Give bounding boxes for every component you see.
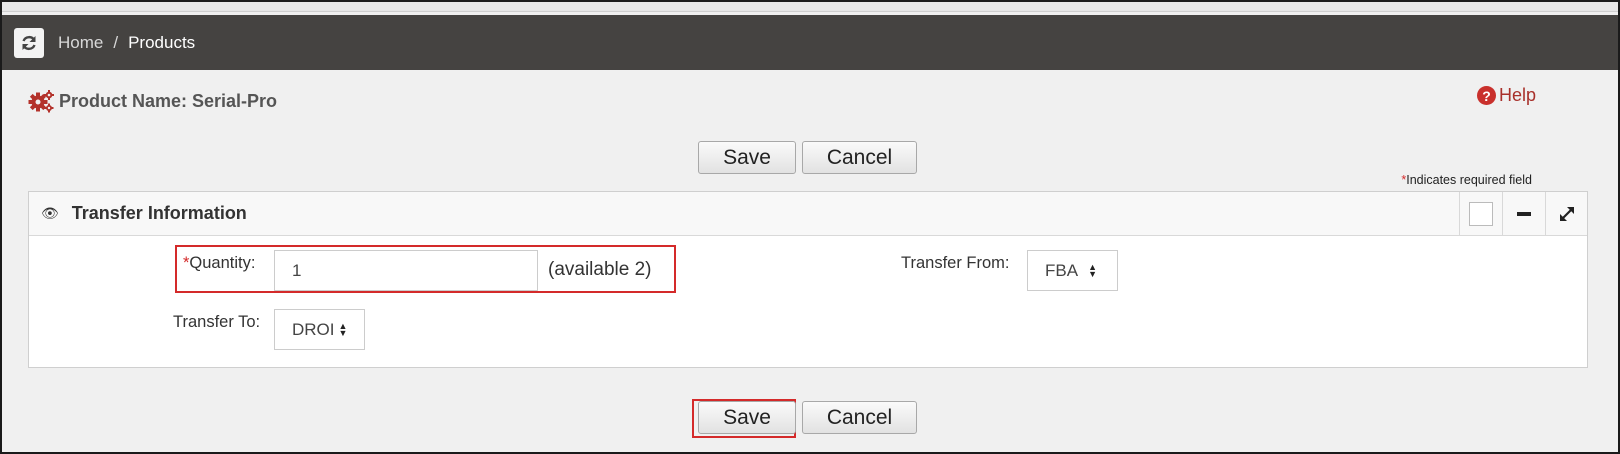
panel-title: Transfer Information bbox=[71, 203, 247, 223]
transfer-from-label: Transfer From: bbox=[901, 254, 1010, 272]
required-note-text: Indicates required field bbox=[1406, 173, 1532, 187]
checkbox-icon bbox=[1468, 202, 1493, 226]
transfer-to-value: DROI bbox=[292, 319, 335, 339]
breadcrumb-separator: / bbox=[113, 32, 119, 52]
page-title-row: Product Name: Serial-Pro bbox=[28, 89, 277, 113]
top-strip bbox=[2, 2, 1618, 12]
transfer-from-select[interactable]: FBA ▲ ▼ bbox=[1027, 250, 1118, 291]
save-button-bottom[interactable]: Save bbox=[698, 401, 796, 434]
cancel-button-bottom[interactable]: Cancel bbox=[802, 401, 917, 434]
quantity-input[interactable] bbox=[274, 250, 538, 291]
eye-icon[interactable]: 👁 bbox=[41, 205, 59, 222]
panel-minimize-button[interactable] bbox=[1502, 192, 1544, 236]
app-frame: Home / Products Product Name: Serial-Pro… bbox=[0, 0, 1620, 454]
top-navbar: Home / Products bbox=[2, 15, 1618, 70]
select-arrows-icon: ▲ ▼ bbox=[338, 320, 348, 338]
required-field-note: *Indicates required field bbox=[1401, 173, 1532, 187]
panel-expand-button[interactable] bbox=[1545, 192, 1587, 236]
breadcrumb-home[interactable]: Home bbox=[58, 33, 103, 53]
available-quantity: (available 2) bbox=[548, 259, 652, 280]
transfer-to-select[interactable]: DROI ▲ ▼ bbox=[274, 309, 365, 350]
quantity-label-text: Quantity: bbox=[189, 254, 256, 272]
gears-icon bbox=[28, 90, 54, 113]
help-icon: ? bbox=[1476, 86, 1496, 105]
breadcrumb-current: Products bbox=[128, 32, 196, 52]
refresh-icon bbox=[22, 35, 36, 50]
help-link[interactable]: ? Help bbox=[1476, 85, 1536, 106]
transfer-to-label: Transfer To: bbox=[173, 313, 261, 331]
quantity-label: *Quantity: bbox=[183, 254, 255, 273]
expand-icon bbox=[1559, 207, 1574, 221]
panel-select-toggle[interactable] bbox=[1459, 192, 1501, 236]
panel-header: 👁 Transfer Information bbox=[29, 192, 1587, 236]
transfer-from-value: FBA bbox=[1045, 260, 1079, 280]
select-arrows-icon: ▲ ▼ bbox=[1088, 261, 1097, 279]
refresh-button[interactable] bbox=[14, 27, 44, 58]
save-button-top[interactable]: Save bbox=[698, 141, 796, 174]
help-label: Help bbox=[1498, 85, 1536, 105]
page-title: Product Name: Serial-Pro bbox=[59, 90, 278, 111]
transfer-information-panel: 👁 Transfer Information *Quantity: (avail… bbox=[28, 191, 1588, 368]
cancel-button-top[interactable]: Cancel bbox=[802, 141, 917, 174]
minimize-icon bbox=[1516, 212, 1531, 216]
